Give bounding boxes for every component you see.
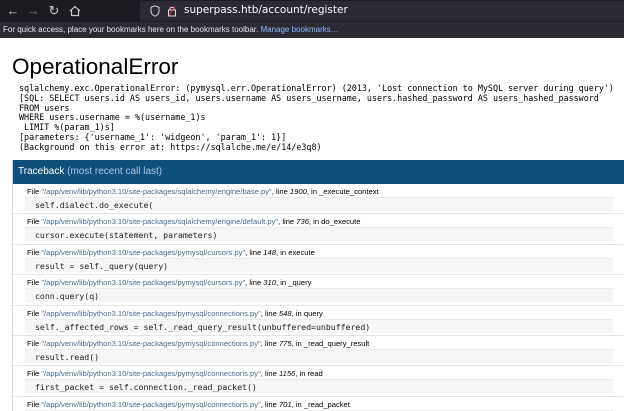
bookmarks-toolbar: For quick access, place your bookmarks h… bbox=[0, 22, 624, 38]
frame-function: do_execute bbox=[321, 217, 361, 227]
frame-source-line[interactable]: conn.query(q) bbox=[25, 288, 613, 303]
error-line: [SQL: SELECT users.id AS users_id, users… bbox=[19, 92, 599, 103]
url-bar[interactable]: superpass.htb/account/register bbox=[140, 1, 624, 21]
frame-line-number: 148 bbox=[263, 247, 276, 257]
browser-toolbar: ← → ↻ superpass.htb/account/register bbox=[0, 0, 624, 22]
lock-icon[interactable] bbox=[167, 5, 177, 17]
forward-arrow-icon[interactable]: → bbox=[24, 2, 42, 20]
page-title: OperationalError bbox=[12, 54, 179, 79]
frame-function: execute bbox=[288, 247, 315, 257]
traceback-header[interactable]: Traceback (most recent call last) bbox=[13, 160, 624, 184]
frame-header: File "/app/venv/lib/python3.10/site-pack… bbox=[27, 338, 370, 348]
manage-bookmarks-link[interactable]: Manage bookmarks… bbox=[260, 25, 338, 34]
frame-file-path: "/app/venv/lib/python3.10/site-packages/… bbox=[41, 338, 261, 348]
traceback-frame[interactable]: File "/app/venv/lib/python3.10/site-pack… bbox=[13, 214, 624, 245]
frame-function: _execute_context bbox=[319, 187, 379, 196]
traceback-title: Traceback bbox=[18, 166, 65, 177]
frame-line-number: 775 bbox=[278, 338, 292, 348]
traceback-subtitle: (most recent call last) bbox=[67, 166, 163, 177]
home-icon[interactable] bbox=[66, 2, 84, 20]
traceback-frames: File "/app/venv/lib/python3.10/site-pack… bbox=[13, 184, 624, 411]
traceback-frame[interactable]: File "/app/venv/lib/python3.10/site-pack… bbox=[13, 275, 624, 306]
frame-header: File "/app/venv/lib/python3.10/site-pack… bbox=[27, 399, 350, 409]
frame-file-path: "/app/venv/lib/python3.10/site-packages/… bbox=[41, 278, 246, 288]
frame-line-number: 548 bbox=[278, 308, 292, 318]
traceback-frame[interactable]: File "/app/venv/lib/python3.10/site-pack… bbox=[13, 245, 624, 276]
frame-header: File "/app/venv/lib/python3.10/site-pack… bbox=[27, 278, 312, 288]
frame-source-line[interactable]: cursor.execute(statement, parameters) bbox=[25, 227, 613, 242]
traceback-frame[interactable]: File "/app/venv/lib/python3.10/site-pack… bbox=[13, 184, 624, 215]
frame-source-line[interactable]: first_packet = self.connection._read_pac… bbox=[25, 379, 613, 394]
shield-icon[interactable] bbox=[150, 5, 160, 17]
back-arrow-icon[interactable]: ← bbox=[4, 2, 22, 20]
frame-header: File "/app/venv/lib/python3.10/site-pack… bbox=[27, 247, 315, 257]
frame-line-number: 310 bbox=[263, 278, 276, 288]
frame-header: File "/app/venv/lib/python3.10/site-pack… bbox=[27, 308, 323, 318]
traceback-frame[interactable]: File "/app/venv/lib/python3.10/site-pack… bbox=[13, 366, 624, 397]
frame-line-number: 1156 bbox=[278, 369, 296, 379]
frame-source-line[interactable]: result.read() bbox=[25, 348, 613, 363]
frame-file-path: "/app/venv/lib/python3.10/site-packages/… bbox=[41, 308, 261, 318]
frame-source-line[interactable]: result = self._query(query) bbox=[25, 257, 613, 272]
frame-function: read bbox=[307, 369, 323, 379]
frame-line-number: 701 bbox=[278, 399, 292, 409]
frame-source-line[interactable]: self._affected_rows = self._read_query_r… bbox=[25, 318, 613, 333]
error-message: sqlalchemy.exc.OperationalError: (pymysq… bbox=[19, 83, 614, 153]
frame-function: query bbox=[303, 308, 323, 318]
frame-source-line[interactable]: self.dialect.do_execute( bbox=[25, 197, 613, 211]
traceback-frame[interactable]: File "/app/venv/lib/python3.10/site-pack… bbox=[13, 397, 624, 411]
frame-file-path: "/app/venv/lib/python3.10/site-packages/… bbox=[41, 217, 279, 227]
frame-file-path: "/app/venv/lib/python3.10/site-packages/… bbox=[41, 247, 246, 257]
frame-file-path: "/app/venv/lib/python3.10/site-packages/… bbox=[41, 369, 261, 379]
frame-header: File "/app/venv/lib/python3.10/site-pack… bbox=[27, 369, 323, 379]
url-text[interactable]: superpass.htb/account/register bbox=[184, 4, 348, 16]
frame-function: _read_packet bbox=[303, 399, 350, 409]
error-line: (Background on this error at: https://sq… bbox=[19, 141, 322, 152]
frame-file-path: "/app/venv/lib/python3.10/site-packages/… bbox=[41, 399, 261, 409]
reload-icon[interactable]: ↻ bbox=[45, 2, 63, 20]
frame-file-path: "/app/venv/lib/python3.10/site-packages/… bbox=[41, 187, 272, 196]
frame-function: _read_query_result bbox=[303, 338, 370, 348]
traceback-panel: Traceback (most recent call last) File "… bbox=[12, 160, 624, 411]
frame-function: _query bbox=[288, 278, 312, 288]
frame-header: File "/app/venv/lib/python3.10/site-pack… bbox=[27, 217, 361, 227]
traceback-frame[interactable]: File "/app/venv/lib/python3.10/site-pack… bbox=[13, 306, 624, 336]
bookmarks-hint: For quick access, place your bookmarks h… bbox=[3, 25, 259, 34]
frame-line-number: 1900 bbox=[289, 187, 307, 196]
frame-header: File "/app/venv/lib/python3.10/site-pack… bbox=[27, 187, 379, 196]
traceback-frame[interactable]: File "/app/venv/lib/python3.10/site-pack… bbox=[13, 336, 624, 367]
frame-line-number: 736 bbox=[296, 217, 309, 227]
